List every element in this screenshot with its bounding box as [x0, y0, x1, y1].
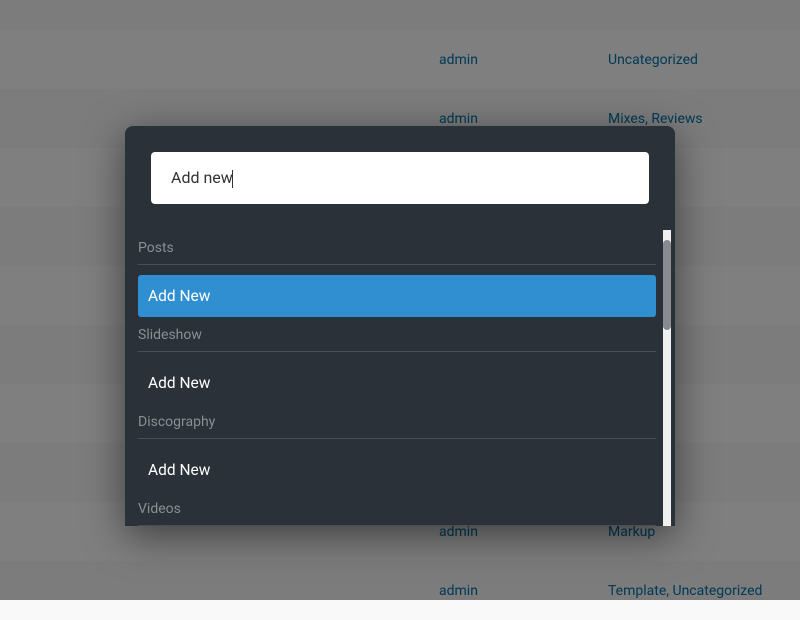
search-input[interactable]: Add new — [171, 168, 233, 187]
result-group-header: Discography — [138, 404, 656, 439]
result-group-header: Slideshow — [138, 317, 656, 352]
result-item[interactable]: Add New — [138, 362, 656, 404]
result-group-header: Videos — [138, 491, 656, 526]
palette-header: Add new — [125, 126, 675, 230]
result-item[interactable]: Add New — [138, 275, 656, 317]
text-caret-icon — [232, 170, 233, 188]
scrollbar-thumb[interactable] — [663, 240, 671, 330]
search-box[interactable]: Add new — [151, 152, 649, 204]
result-item[interactable]: Add New — [138, 449, 656, 491]
palette-results: PostsAdd NewSlideshowAdd NewDiscographyA… — [125, 230, 675, 526]
result-group-header: Posts — [138, 230, 656, 265]
command-palette: Add new PostsAdd NewSlideshowAdd NewDisc… — [125, 126, 675, 526]
